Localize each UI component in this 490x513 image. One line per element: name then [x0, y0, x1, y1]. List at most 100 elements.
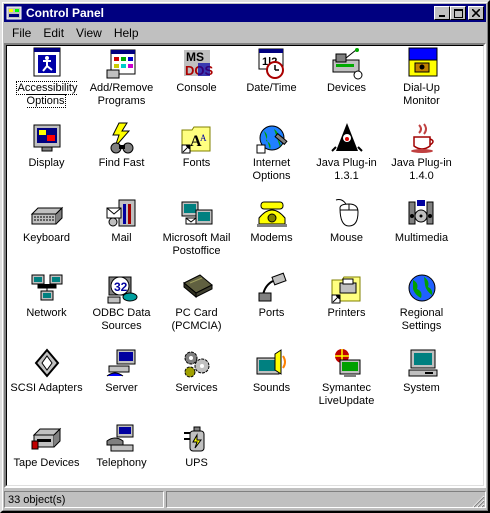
- cp-item-find-fast[interactable]: Find Fast: [84, 120, 159, 195]
- cp-item-java-plug-in-1-4-0[interactable]: Java Plug-in 1.4.0: [384, 120, 459, 195]
- cp-item-sounds[interactable]: Sounds: [234, 345, 309, 420]
- cp-item-label: Display: [28, 157, 65, 169]
- cp-item-odbc-data-sources[interactable]: 32 ODBC Data Sources: [84, 270, 159, 345]
- cp-item-telephony[interactable]: Telephony: [84, 420, 159, 486]
- java-duke-icon: [330, 123, 363, 152]
- cp-item-services[interactable]: Services: [159, 345, 234, 420]
- cp-item-network[interactable]: Network: [9, 270, 84, 345]
- cp-item-printers[interactable]: Printers: [309, 270, 384, 345]
- cp-item-label: Regional Settings: [399, 307, 444, 332]
- window-title: Control Panel: [26, 6, 105, 20]
- telephony-icon: [106, 424, 133, 452]
- internet-options-icon: [256, 125, 288, 154]
- title-bar[interactable]: Control Panel: [4, 4, 486, 22]
- status-object-count: 33 object(s): [4, 491, 164, 508]
- keyboard-icon: [30, 206, 63, 225]
- cp-item-dial-up-monitor[interactable]: Dial-Up Monitor: [384, 45, 459, 120]
- cp-item-label: Tape Devices: [13, 457, 80, 469]
- console-icon: MSDOS: [183, 50, 213, 78]
- icon-view[interactable]: Accessibility Options Add/Remove Programs…: [4, 43, 486, 488]
- maximize-icon: [453, 8, 463, 18]
- cp-item-console[interactable]: MSDOS Console: [159, 45, 234, 120]
- cp-item-label: Server: [105, 382, 138, 394]
- cp-item-label: Mail: [111, 232, 132, 244]
- close-button[interactable]: [468, 6, 484, 20]
- menu-help[interactable]: Help: [108, 24, 145, 42]
- cp-item-regional-settings[interactable]: Regional Settings: [384, 270, 459, 345]
- cp-item-label: Java Plug-in 1.4.0: [391, 157, 452, 182]
- maximize-button[interactable]: [450, 6, 466, 20]
- svg-text:32: 32: [114, 280, 128, 294]
- computer-icon: [408, 349, 437, 377]
- minimize-button[interactable]: [434, 6, 450, 20]
- cp-item-mail[interactable]: Mail: [84, 195, 159, 270]
- scsi-icon: [34, 348, 59, 378]
- svg-text:MS: MS: [186, 50, 204, 64]
- accessibility-icon: [33, 47, 60, 77]
- ups-battery-icon: [183, 426, 204, 452]
- icon-grid: Accessibility Options Add/Remove Programs…: [6, 45, 459, 486]
- modem-telephone-icon: [256, 201, 287, 227]
- network-icon: [31, 274, 62, 301]
- cp-item-label: System: [403, 382, 440, 394]
- cp-item-accessibility-options[interactable]: Accessibility Options: [9, 45, 84, 120]
- cp-item-label: Keyboard: [22, 232, 71, 244]
- cp-item-keyboard[interactable]: Keyboard: [9, 195, 84, 270]
- menu-bar: File Edit View Help: [4, 23, 486, 43]
- cp-item-multimedia[interactable]: Multimedia: [384, 195, 459, 270]
- find-fast-icon: [110, 122, 133, 154]
- cp-item-symantec-liveupdate[interactable]: Symantec LiveUpdate: [309, 345, 384, 420]
- dial-up-monitor-icon: [408, 47, 437, 77]
- odbc-icon: 32: [107, 276, 137, 304]
- close-icon: [472, 9, 480, 17]
- cp-item-add-remove-programs[interactable]: Add/Remove Programs: [84, 45, 159, 120]
- cp-item-pc-card-pcmcia[interactable]: PC Card (PCMCIA): [159, 270, 234, 345]
- cp-item-label: Accessibility Options: [15, 81, 78, 108]
- cp-item-internet-options[interactable]: Internet Options: [234, 120, 309, 195]
- cp-item-java-plug-in-1-3-1[interactable]: Java Plug-in 1.3.1: [309, 120, 384, 195]
- services-gears-icon: [184, 351, 209, 378]
- cp-item-label: Printers: [327, 307, 366, 319]
- control-panel-window: Control Panel File Edit View Help Access…: [0, 0, 490, 513]
- add-remove-programs-icon: [106, 49, 135, 79]
- cp-item-scsi-adapters[interactable]: SCSI Adapters: [9, 345, 84, 420]
- cp-item-mouse[interactable]: Mouse: [309, 195, 384, 270]
- cp-item-server[interactable]: Server: [84, 345, 159, 420]
- cp-item-ups[interactable]: UPS: [159, 420, 234, 486]
- ports-plug-icon: [258, 272, 287, 302]
- cp-item-label: ODBC Data Sources: [92, 307, 151, 332]
- cp-item-fonts[interactable]: A A Fonts: [159, 120, 234, 195]
- java-cup-icon: [410, 123, 434, 153]
- cp-item-display[interactable]: Display: [9, 120, 84, 195]
- cp-item-label: Symantec LiveUpdate: [318, 382, 375, 407]
- mouse-icon: [335, 199, 359, 227]
- server-icon: [106, 349, 135, 377]
- cp-item-label: PC Card (PCMCIA): [171, 307, 222, 332]
- cp-item-label: Sounds: [252, 382, 291, 394]
- speaker-icon: [256, 349, 286, 375]
- multimedia-icon: [408, 200, 433, 225]
- cp-item-label: Java Plug-in 1.3.1: [316, 157, 377, 182]
- cp-item-date-time[interactable]: 1|2 Date/Time: [234, 45, 309, 120]
- cp-item-tape-devices[interactable]: Tape Devices: [9, 420, 84, 486]
- mail-icon: [106, 199, 135, 227]
- resize-grip-icon[interactable]: [472, 495, 485, 508]
- cp-item-ports[interactable]: Ports: [234, 270, 309, 345]
- cp-item-label: Devices: [326, 82, 367, 94]
- cp-item-modems[interactable]: Modems: [234, 195, 309, 270]
- menu-view[interactable]: View: [70, 24, 108, 42]
- menu-edit[interactable]: Edit: [37, 24, 70, 42]
- cp-item-label: Modems: [250, 232, 293, 244]
- cp-item-label: SCSI Adapters: [10, 382, 83, 394]
- devices-icon: [332, 48, 362, 80]
- cp-item-system[interactable]: System: [384, 345, 459, 420]
- menu-file[interactable]: File: [4, 24, 37, 42]
- cp-item-devices[interactable]: Devices: [309, 45, 384, 120]
- cp-item-label: Services: [175, 382, 218, 394]
- globe-icon: [408, 274, 435, 302]
- cp-item-label: Internet Options: [252, 157, 291, 182]
- cp-item-label: Add/Remove Programs: [89, 82, 154, 107]
- cp-item-microsoft-mail-postoffice[interactable]: Microsoft Mail Postoffice: [159, 195, 234, 270]
- tape-drive-icon: [31, 427, 61, 450]
- svg-text:A: A: [200, 133, 207, 143]
